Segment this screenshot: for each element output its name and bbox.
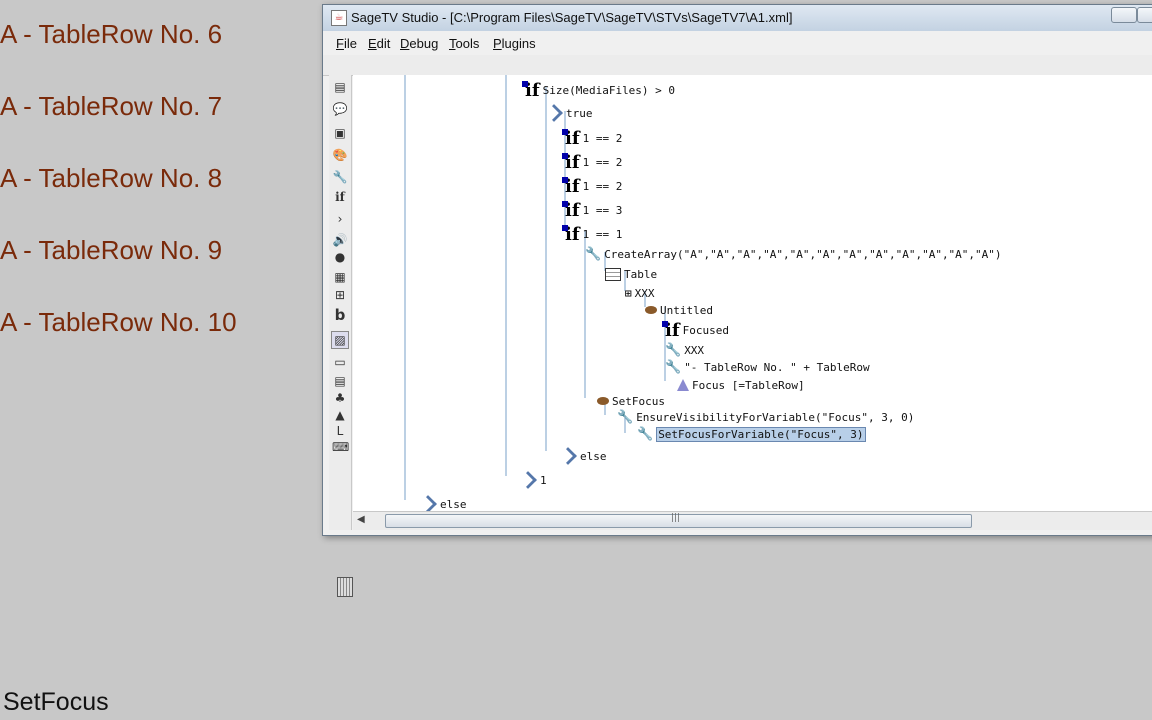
conditional-icon: if	[562, 200, 580, 221]
action-icon: 🔧	[637, 427, 654, 442]
tree-node-conditional[interactable]: if 1 == 2	[562, 176, 622, 197]
tree-node-action-selected[interactable]: 🔧 SetFocusForVariable("Focus", 3)	[637, 427, 866, 442]
tree-connector-lines	[404, 75, 666, 500]
toolbar-strip	[323, 55, 1152, 76]
trash-icon[interactable]	[337, 577, 353, 597]
tree-node-conditional[interactable]: if 1 == 1	[562, 224, 622, 245]
option-panel-icon[interactable]: 💬	[332, 101, 348, 117]
minimize-button[interactable]	[1111, 7, 1137, 23]
background-status-text: SetFocus	[3, 688, 109, 716]
java-cup-icon: ☕	[331, 10, 347, 26]
background-table-row: A - TableRow No. 7	[0, 91, 223, 121]
tree-node-branch[interactable]: 1	[519, 471, 547, 489]
widget-palette: ▤ 💬 ▣ 🎨 🔧 if › 🔊 ● ▦ ⊞ b ▨ ▭ ▤ ♣ ▲ L ⌨	[329, 75, 353, 597]
menu-debug[interactable]: Debug	[400, 36, 438, 51]
menu-file[interactable]: File	[336, 36, 357, 51]
horizontal-scrollbar[interactable]: ◀ |||	[353, 511, 1152, 530]
panel-icon	[597, 397, 609, 405]
tree-node-table-component[interactable]: ⊞ XXX	[625, 286, 655, 300]
text-icon[interactable]: b	[332, 307, 348, 323]
tree-node-conditional[interactable]: if Focused	[662, 320, 729, 341]
action-icon: 🔧	[585, 247, 602, 262]
scroll-left-icon[interactable]: ◀	[357, 514, 365, 525]
shortcut-icon[interactable]: ⌨	[332, 439, 349, 455]
sound-icon[interactable]: 🔊	[332, 232, 348, 248]
table-component-icon: ⊞	[625, 286, 632, 300]
menu-icon[interactable]: ▤	[332, 79, 348, 95]
attribute-icon[interactable]: ▲	[332, 407, 348, 423]
tree-node-panel[interactable]: Untitled	[645, 303, 713, 317]
image-icon[interactable]: ▨	[331, 331, 349, 349]
menu-plugins[interactable]: Plugins	[493, 36, 536, 51]
background-table-row: A - TableRow No. 6	[0, 19, 223, 49]
conditional-icon[interactable]: if	[332, 189, 348, 205]
tree-node-action[interactable]: 🔧 EnsureVisibilityForVariable("Focus", 3,…	[617, 410, 914, 425]
branch-icon	[519, 471, 537, 489]
studio-window: ☕ SageTV Studio - [C:\Program Files\Sage…	[322, 4, 1152, 597]
conditional-icon: if	[662, 320, 680, 341]
conditional-icon: if	[562, 152, 580, 173]
conditional-icon: if	[562, 176, 580, 197]
menu-tools[interactable]: Tools	[449, 36, 479, 51]
tree-node-branch[interactable]: true	[545, 104, 593, 122]
background-table-row: A - TableRow No. 10	[0, 307, 237, 337]
theme-icon[interactable]: 🎨	[332, 147, 348, 163]
conditional-icon: if	[522, 80, 540, 101]
table-icon[interactable]: ▦	[332, 269, 348, 285]
widget-tree-canvas[interactable]: if Size(MediaFiles) > 0 true if 1 == 2 if 1…	[353, 75, 1152, 511]
conditional-icon: if	[562, 224, 580, 245]
branch-icon	[419, 495, 437, 511]
action-icon[interactable]: 🔧	[332, 169, 348, 185]
video-icon[interactable]: ▤	[332, 373, 348, 389]
panel-icon	[645, 306, 657, 314]
hook-icon[interactable]: L	[332, 423, 348, 439]
tree-node-conditional[interactable]: if 1 == 3	[562, 200, 622, 221]
panel-icon[interactable]: ▣	[332, 125, 348, 141]
tree-node-conditional[interactable]: if Size(MediaFiles) > 0	[522, 80, 675, 101]
branch-icon	[559, 447, 577, 465]
window-title: SageTV Studio - [C:\Program Files\SageTV…	[351, 10, 793, 25]
table-component-icon[interactable]: ⊞	[332, 287, 348, 303]
action-icon: 🔧	[617, 410, 634, 425]
branch-icon	[545, 104, 563, 122]
maximize-button[interactable]	[1137, 7, 1152, 23]
text-input-icon[interactable]: ▭	[332, 354, 348, 370]
tree-node-table[interactable]: Table	[605, 267, 657, 281]
table-icon	[605, 267, 621, 281]
background-table-row: A - TableRow No. 9	[0, 235, 223, 265]
menu-bar: File Edit Debug Tools Plugins	[323, 31, 1152, 55]
tree-node-branch[interactable]: else	[559, 447, 607, 465]
tree-node-panel[interactable]: SetFocus	[597, 394, 665, 408]
attribute-icon	[677, 379, 689, 391]
scrollbar-grip-icon: |||	[671, 513, 681, 523]
tree-node-action[interactable]: 🔧 XXX	[665, 343, 704, 358]
listener-icon[interactable]: ●	[332, 249, 348, 265]
conditional-icon: if	[562, 128, 580, 149]
tree-node-action[interactable]: 🔧 CreateArray("A","A","A","A","A","A","A"…	[585, 247, 1002, 262]
tree-node-branch[interactable]: else	[419, 495, 467, 511]
action-icon: 🔧	[665, 360, 682, 375]
menu-edit[interactable]: Edit	[368, 36, 390, 51]
tree-node-conditional[interactable]: if 1 == 2	[562, 128, 622, 149]
action-icon: 🔧	[665, 343, 682, 358]
background-table-row: A - TableRow No. 8	[0, 163, 223, 193]
effect-icon[interactable]: ♣	[332, 390, 348, 406]
tree-node-attribute[interactable]: Focus [=TableRow]	[677, 378, 805, 392]
tree-node-action[interactable]: 🔧 "- TableRow No. " + TableRow	[665, 360, 870, 375]
title-bar[interactable]: ☕ SageTV Studio - [C:\Program Files\Sage…	[323, 5, 1152, 32]
branch-icon[interactable]: ›	[332, 211, 348, 227]
tree-node-conditional[interactable]: if 1 == 2	[562, 152, 622, 173]
